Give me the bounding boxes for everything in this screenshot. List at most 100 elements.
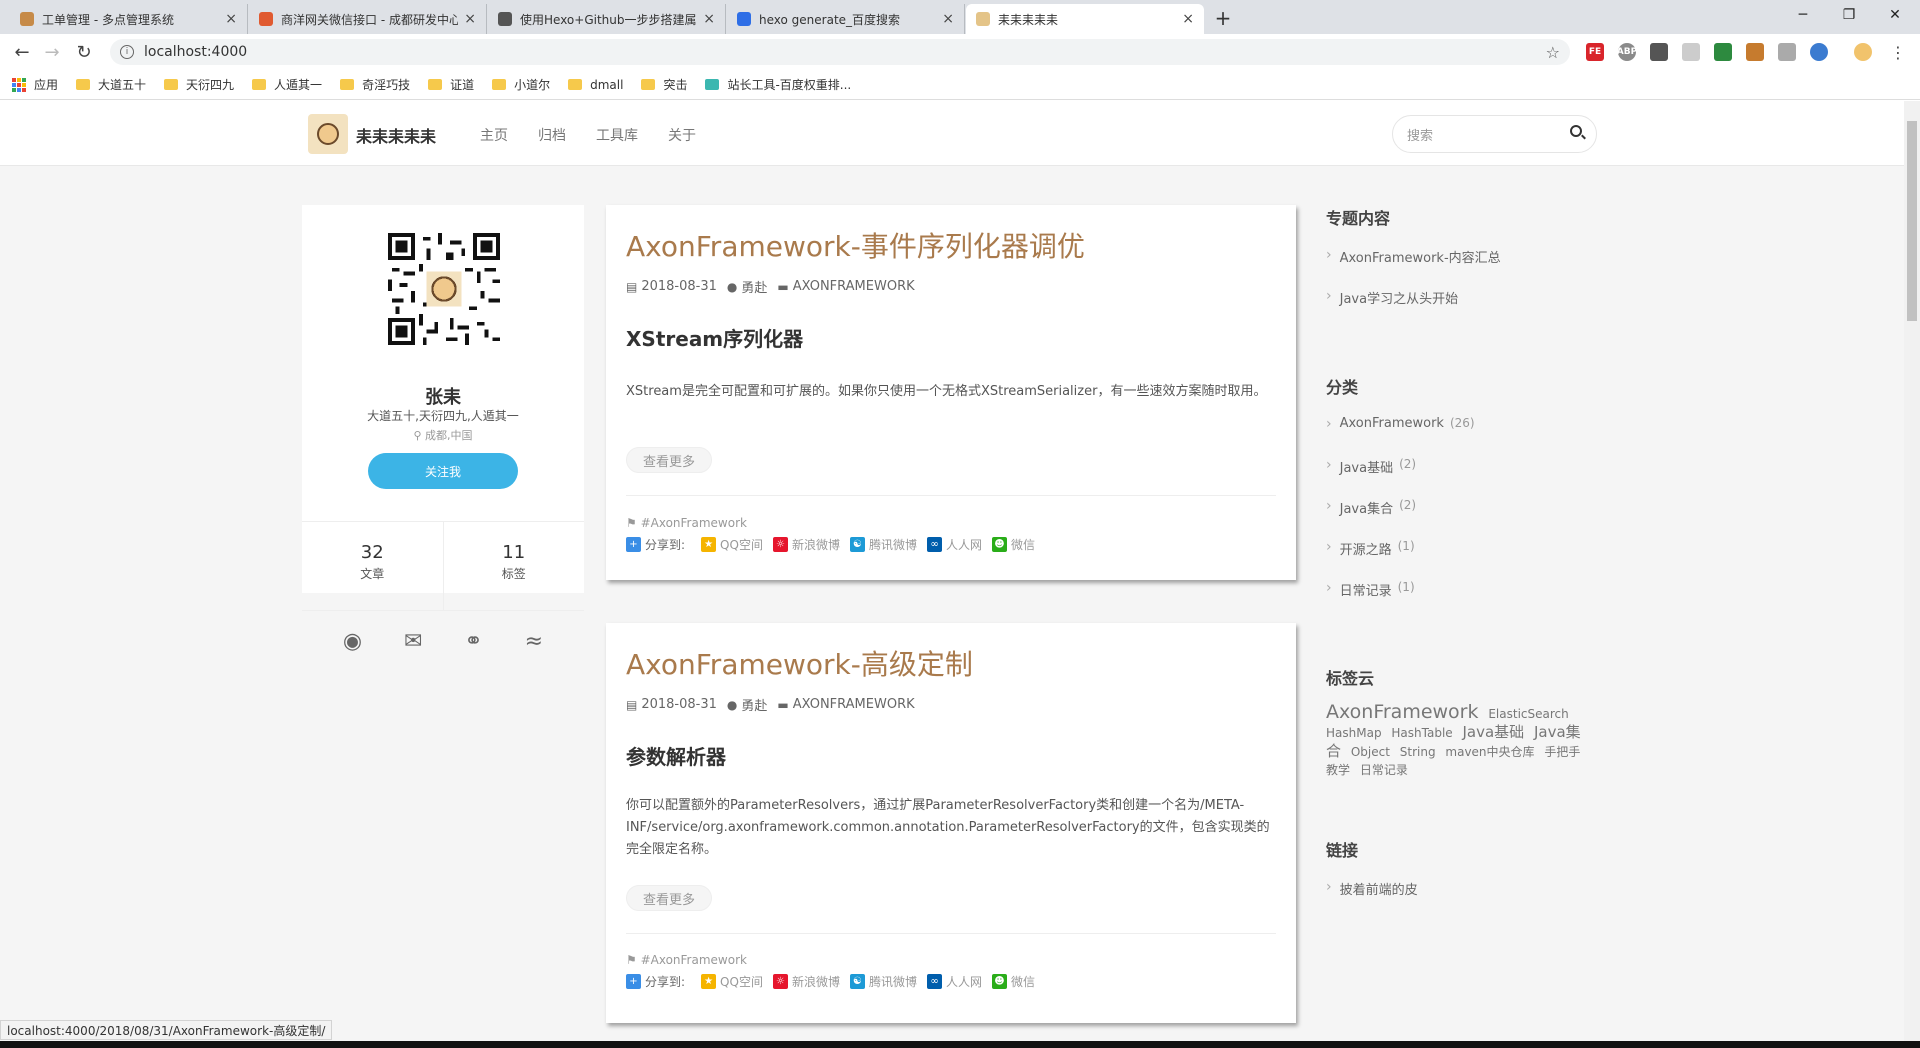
read-more-button[interactable]: 查看更多 xyxy=(626,885,712,911)
tag-link[interactable]: HashMap xyxy=(1326,726,1382,740)
close-window-button[interactable]: ✕ xyxy=(1872,0,1918,30)
browser-tab-5-active[interactable]: 耒耒耒耒耒 × xyxy=(966,4,1204,34)
search-input[interactable]: 搜索 xyxy=(1392,115,1597,153)
maximize-button[interactable]: ❐ xyxy=(1826,0,1872,30)
bookmark-star-icon[interactable]: ☆ xyxy=(1546,43,1560,62)
chrome-menu-icon[interactable]: ⋮ xyxy=(1886,40,1910,64)
tag-link[interactable]: Java基础 xyxy=(1462,723,1524,741)
tag-link[interactable]: 日常记录 xyxy=(1360,763,1408,777)
post-title[interactable]: AxonFramework-高级定制 xyxy=(626,643,973,683)
share-plus-icon[interactable]: + xyxy=(626,974,641,989)
post-title[interactable]: AxonFramework-事件序列化器调优 xyxy=(626,225,1085,265)
share-weibo[interactable]: 新浪微博 xyxy=(792,973,840,990)
share-weibo[interactable]: 新浪微博 xyxy=(792,536,840,553)
close-tab-icon[interactable]: × xyxy=(1182,11,1194,27)
renren-icon[interactable]: ∞ xyxy=(926,537,942,552)
close-tab-icon[interactable]: × xyxy=(464,11,476,27)
page-scrollbar[interactable] xyxy=(1904,101,1920,1041)
qzone-icon[interactable]: ★ xyxy=(701,974,717,989)
read-more-button[interactable]: 查看更多 xyxy=(626,447,712,473)
extension-icon[interactable] xyxy=(1810,43,1828,61)
stat-tags[interactable]: 11 标签 xyxy=(442,522,585,610)
browser-tab-4[interactable]: hexo generate_百度搜索 × xyxy=(727,4,965,34)
weibo-icon[interactable]: ☼ xyxy=(772,537,788,552)
share-qzone[interactable]: QQ空间 xyxy=(720,536,763,553)
tag-link[interactable]: Object xyxy=(1351,745,1390,759)
bookmark-folder[interactable]: 人遁其一 xyxy=(252,76,322,93)
share-tencent-weibo[interactable]: 腾讯微博 xyxy=(869,536,917,553)
bookmark-folder[interactable]: 小道尔 xyxy=(492,76,550,93)
share-wechat[interactable]: 微信 xyxy=(1011,536,1035,553)
tencent-weibo-icon[interactable]: ☯ xyxy=(849,974,865,989)
tag-link[interactable]: ElasticSearch xyxy=(1488,707,1568,721)
tag-link[interactable]: maven中央仓库 xyxy=(1445,745,1534,759)
site-brand[interactable]: 耒耒耒耒耒 xyxy=(356,123,436,147)
qzone-icon[interactable]: ★ xyxy=(701,537,717,552)
adblock-plus-extension-icon[interactable]: ABP xyxy=(1617,43,1637,61)
browser-tab-2[interactable]: 商洋网关微信接口 - 成都研发中心 × xyxy=(249,4,487,34)
nav-about[interactable]: 关于 xyxy=(668,125,696,145)
new-tab-button[interactable]: + xyxy=(1210,6,1236,30)
post-category[interactable]: AXONFRAMEWORK xyxy=(793,697,915,712)
stat-posts[interactable]: 32 文章 xyxy=(302,522,443,610)
post-category[interactable]: AXONFRAMEWORK xyxy=(793,279,915,294)
share-plus-icon[interactable]: + xyxy=(626,537,641,552)
category-link[interactable]: 日常记录 (1) xyxy=(1326,580,1606,621)
category-link[interactable]: 开源之路 (1) xyxy=(1326,539,1606,580)
follow-button[interactable]: 关注我 xyxy=(368,453,518,489)
fe-helper-extension-icon[interactable]: FE xyxy=(1586,43,1604,61)
forward-arrow-icon[interactable]: → xyxy=(40,40,64,64)
minimize-button[interactable]: ─ xyxy=(1780,0,1826,30)
tag-link[interactable]: #AxonFramework xyxy=(641,516,747,530)
nav-archive[interactable]: 归档 xyxy=(538,125,566,145)
bookmark-folder[interactable]: 天衍四九 xyxy=(164,76,234,93)
browser-tab-1[interactable]: 工单管理 - 多点管理系统 × xyxy=(10,4,248,34)
extension-icon[interactable] xyxy=(1650,43,1668,61)
reload-icon[interactable]: ↻ xyxy=(72,40,96,64)
topic-link[interactable]: AxonFramework-内容汇总 xyxy=(1326,247,1606,288)
extension-icon[interactable] xyxy=(1746,43,1764,61)
extension-icon[interactable] xyxy=(1778,43,1796,61)
profile-avatar-icon[interactable] xyxy=(1854,43,1872,61)
weibo-icon[interactable]: ☼ xyxy=(772,974,788,989)
tag-link[interactable]: #AxonFramework xyxy=(641,953,747,967)
tag-link[interactable]: HashTable xyxy=(1391,726,1452,740)
rss-icon[interactable]: ≈ xyxy=(525,629,543,654)
bookmark-folder[interactable]: 突击 xyxy=(641,76,687,93)
tag-link[interactable]: String xyxy=(1400,745,1436,759)
tag-link[interactable]: AxonFramework xyxy=(1326,701,1479,723)
category-link[interactable]: Java集合 (2) xyxy=(1326,498,1606,539)
close-tab-icon[interactable]: × xyxy=(703,11,715,27)
back-arrow-icon[interactable]: ← xyxy=(10,40,34,64)
bookmark-folder[interactable]: 奇淫巧技 xyxy=(340,76,410,93)
tencent-weibo-icon[interactable]: ☯ xyxy=(849,537,865,552)
bookmark-folder[interactable]: 证道 xyxy=(428,76,474,93)
wechat-share-icon[interactable]: ☻ xyxy=(992,537,1007,552)
wechat-share-icon[interactable]: ☻ xyxy=(992,974,1007,989)
extension-icon[interactable] xyxy=(1714,43,1732,61)
nav-home[interactable]: 主页 xyxy=(480,125,508,145)
close-tab-icon[interactable]: × xyxy=(225,11,237,27)
share-renren[interactable]: 人人网 xyxy=(946,536,982,553)
site-logo[interactable] xyxy=(308,114,348,154)
mail-icon[interactable]: ✉ xyxy=(404,629,422,654)
nav-tools[interactable]: 工具库 xyxy=(596,125,638,145)
bookmark-apps[interactable]: 应用 xyxy=(12,76,58,93)
share-renren[interactable]: 人人网 xyxy=(946,973,982,990)
share-tencent-weibo[interactable]: 腾讯微博 xyxy=(869,973,917,990)
category-link[interactable]: AxonFramework (26) xyxy=(1326,416,1606,457)
bookmark-folder[interactable]: 大道五十 xyxy=(76,76,146,93)
share-wechat[interactable]: 微信 xyxy=(1011,973,1035,990)
external-link[interactable]: 披着前端的皮 xyxy=(1326,879,1606,920)
address-bar[interactable]: i localhost:4000 ☆ xyxy=(110,39,1570,65)
site-info-icon[interactable]: i xyxy=(120,45,134,59)
wechat-icon[interactable]: ⚭ xyxy=(464,629,482,654)
extension-icon[interactable] xyxy=(1682,43,1700,61)
search-icon[interactable] xyxy=(1570,125,1582,137)
bookmark-link[interactable]: 站长工具-百度权重排... xyxy=(705,76,851,93)
github-icon[interactable]: ◉ xyxy=(343,629,362,654)
topic-link[interactable]: Java学习之从头开始 xyxy=(1326,288,1606,329)
scrollbar-thumb[interactable] xyxy=(1907,121,1917,321)
close-tab-icon[interactable]: × xyxy=(942,11,954,27)
browser-tab-3[interactable]: 使用Hexo+Github一步步搭建属... × xyxy=(488,4,726,34)
